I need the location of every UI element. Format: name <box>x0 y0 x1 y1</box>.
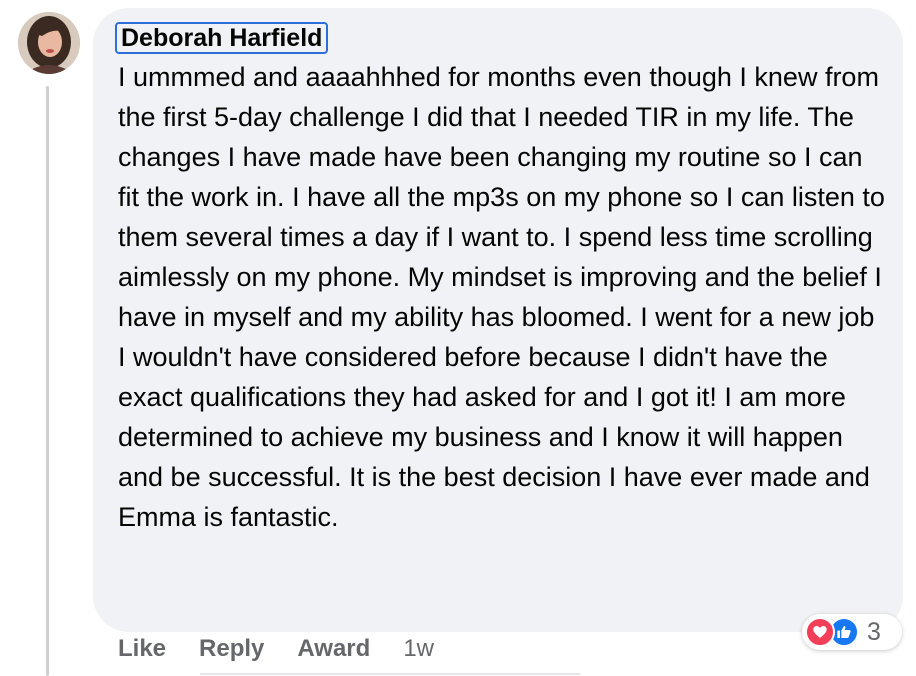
comment-thread: Deborah Harfield I ummmed and aaaahhhed … <box>0 0 916 676</box>
reply-button[interactable]: Reply <box>199 635 264 663</box>
reaction-summary[interactable]: 3 <box>802 614 902 650</box>
like-button[interactable]: Like <box>118 635 166 663</box>
divider <box>200 673 580 675</box>
award-button[interactable]: Award <box>297 635 370 663</box>
author-name-link[interactable]: Deborah Harfield <box>115 22 329 54</box>
love-icon <box>805 617 835 647</box>
reaction-count: 3 <box>867 617 881 646</box>
thread-line <box>46 86 49 676</box>
comment-text: I ummmed and aaaahhhed for months even t… <box>118 62 885 532</box>
avatar[interactable] <box>18 12 80 74</box>
comment-actions: Like Reply Award 1w <box>118 635 434 663</box>
timestamp-link[interactable]: 1w <box>403 635 434 663</box>
